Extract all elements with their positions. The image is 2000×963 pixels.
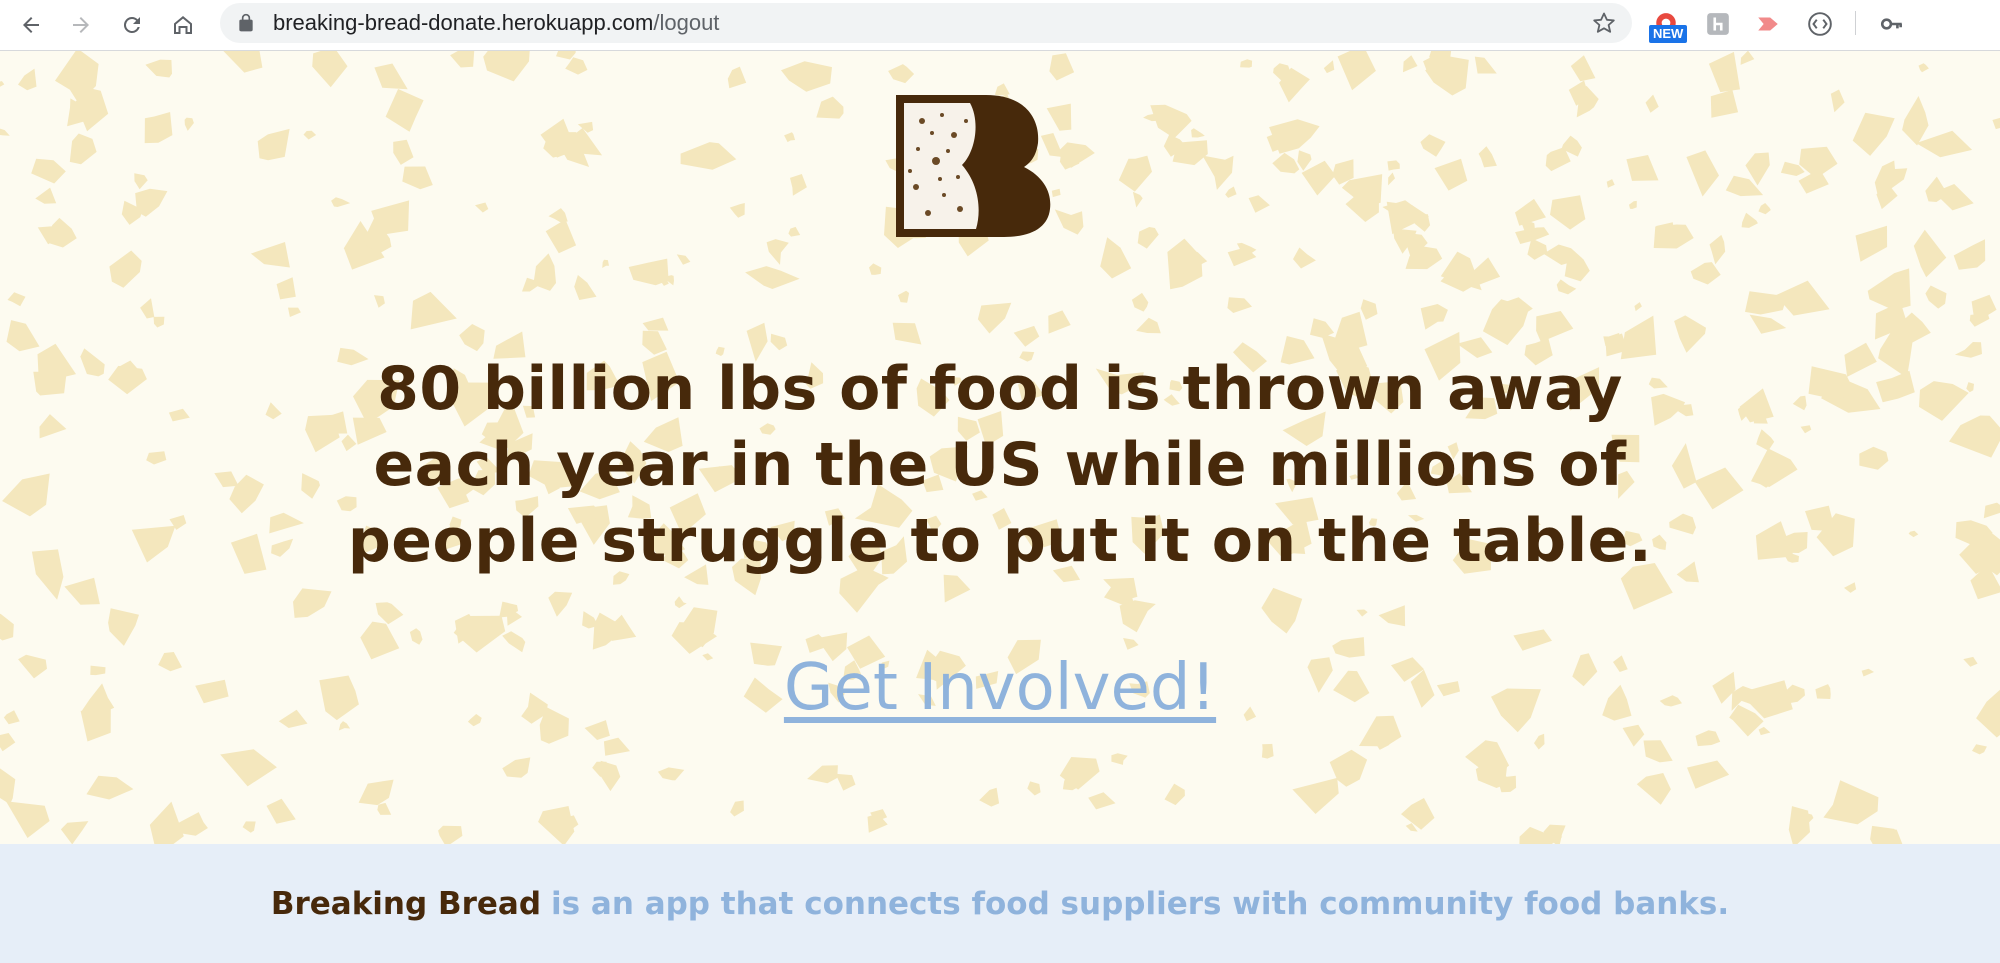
password-key-button[interactable] bbox=[1878, 10, 1906, 38]
get-involved-link[interactable]: Get Involved! bbox=[700, 651, 1300, 725]
back-button[interactable] bbox=[14, 8, 48, 42]
footer-brand: Breaking Bread bbox=[270, 885, 542, 922]
browser-toolbar: breaking-bread-donate.herokuapp.com/logo… bbox=[0, 0, 2000, 51]
forward-icon bbox=[73, 17, 89, 33]
extension-arrow-icon bbox=[1758, 17, 1778, 31]
lock-icon bbox=[239, 13, 253, 32]
extension-h-icon bbox=[1707, 13, 1729, 35]
toolbar-separator bbox=[1855, 11, 1856, 35]
footer-tagline: Breaking Bread is an app that connects f… bbox=[0, 844, 2000, 963]
reload-button[interactable] bbox=[115, 8, 149, 42]
extension-h-button[interactable] bbox=[1704, 10, 1732, 38]
url-path: /logout bbox=[653, 10, 720, 35]
footer-description: is an app that connects food suppliers w… bbox=[551, 885, 1730, 922]
url-host: breaking-bread-donate.herokuapp.com bbox=[273, 10, 654, 35]
extension-code-button[interactable] bbox=[1806, 10, 1834, 38]
reload-icon bbox=[123, 16, 140, 33]
url-text: breaking-bread-donate.herokuapp.com/logo… bbox=[273, 3, 719, 43]
extension-code-icon bbox=[1808, 12, 1832, 36]
key-icon bbox=[1880, 18, 1902, 30]
forward-button[interactable] bbox=[64, 8, 98, 42]
extension-arrow-button[interactable] bbox=[1754, 10, 1782, 38]
hero-section: 80 billion lbs of food is thrown away ea… bbox=[0, 51, 2000, 844]
address-bar[interactable]: breaking-bread-donate.herokuapp.com/logo… bbox=[220, 3, 1632, 43]
extension-new-badge: NEW bbox=[1649, 25, 1688, 43]
home-icon bbox=[174, 16, 192, 34]
back-icon bbox=[23, 17, 39, 33]
bookmark-star-icon[interactable] bbox=[1592, 11, 1616, 35]
breaking-bread-logo bbox=[896, 95, 1051, 237]
home-button[interactable] bbox=[166, 8, 200, 42]
headline: 80 billion lbs of food is thrown away ea… bbox=[347, 354, 1653, 576]
